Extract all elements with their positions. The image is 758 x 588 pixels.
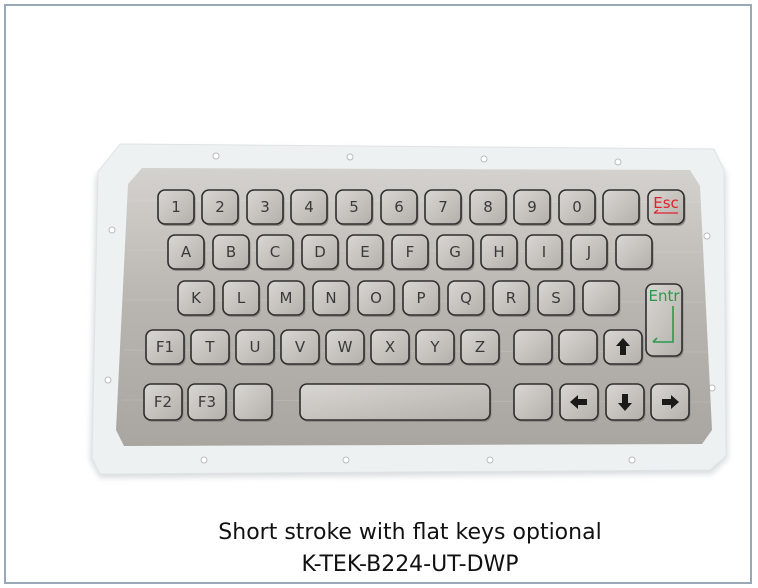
key-label: S	[551, 289, 561, 307]
key-label: V	[295, 338, 306, 356]
key-label: T	[204, 338, 215, 356]
key-label: 0	[572, 198, 582, 216]
key-1: 1	[157, 189, 196, 226]
blank-key	[513, 329, 554, 366]
key-9: 9	[513, 189, 552, 226]
key-c: C	[256, 234, 295, 271]
key-5: 5	[335, 189, 374, 226]
key-e: E	[346, 234, 385, 271]
key-label: Z	[475, 338, 485, 356]
key-label: U	[250, 338, 261, 356]
key-0: 0	[558, 189, 597, 226]
caption-line-1: Short stroke with flat keys optional	[218, 520, 602, 545]
key-7: 7	[424, 189, 463, 226]
key-label: 9	[527, 198, 537, 216]
blank-key	[558, 329, 599, 366]
key-label: Q	[460, 289, 472, 307]
key-h: H	[480, 234, 519, 271]
arrow-right-key	[650, 383, 691, 422]
key-label: 3	[260, 198, 270, 216]
key-label: I	[542, 243, 546, 261]
space-bar-key	[299, 383, 492, 422]
key-label: J	[586, 243, 591, 261]
key-2: 2	[201, 189, 240, 226]
key-label: F	[406, 243, 415, 261]
caption-line-2: K-TEK-B224-UT-DWP	[301, 552, 519, 577]
key-label: 7	[438, 198, 448, 216]
key-y: Y	[415, 329, 456, 366]
key-label: 5	[349, 198, 359, 216]
key-label: B	[226, 243, 236, 261]
key-label: 1	[171, 198, 181, 216]
key-label: R	[506, 289, 516, 307]
key-k: K	[177, 280, 216, 317]
blank-key	[615, 234, 654, 271]
key-z: Z	[460, 329, 501, 366]
key-f1: F1	[145, 329, 186, 366]
arrow-down-key	[605, 383, 646, 422]
key-label: A	[181, 243, 192, 261]
key-label: Y	[429, 338, 440, 356]
key-label: 4	[304, 198, 314, 216]
key-r: R	[492, 280, 531, 317]
key-label: F2	[154, 393, 172, 411]
key-w: W	[325, 329, 366, 366]
keyboard-photo: 1 2 3 4 5 6 7 8 9 0 Esc A B C D E F G H I J K L M N O P Q R S Entr F1 T U…	[90, 143, 728, 478]
key-label: E	[360, 243, 369, 261]
key-x: X	[370, 329, 411, 366]
key-v: V	[280, 329, 321, 366]
key-label: L	[237, 289, 246, 307]
blank-key	[582, 280, 621, 317]
key-f: F	[391, 234, 430, 271]
key-8: 8	[469, 189, 508, 226]
blank-key	[233, 383, 274, 422]
key-m: M	[267, 280, 306, 317]
arrow-left-key	[559, 383, 600, 422]
key-label: P	[416, 289, 425, 307]
key-b: B	[212, 234, 251, 271]
key-j: J	[570, 234, 609, 271]
key-label: F1	[156, 338, 174, 356]
key-3: 3	[246, 189, 285, 226]
key-label: G	[449, 243, 461, 261]
key-n: N	[312, 280, 351, 317]
key-label: O	[370, 289, 382, 307]
key-f3: F3	[187, 383, 228, 422]
key-label: Esc	[653, 194, 679, 212]
blank-key	[602, 189, 641, 226]
key-label: X	[385, 338, 395, 356]
key-q: Q	[447, 280, 486, 317]
key-d: D	[301, 234, 340, 271]
key-label: C	[270, 243, 280, 261]
key-o: O	[357, 280, 396, 317]
key-label: D	[314, 243, 326, 261]
key-i: I	[525, 234, 564, 271]
blank-key	[513, 383, 554, 422]
key-label: 8	[483, 198, 493, 216]
key-label: W	[338, 338, 353, 356]
key-label: M	[280, 289, 293, 307]
key-label: 2	[215, 198, 225, 216]
key-g: G	[436, 234, 475, 271]
key-label: H	[493, 243, 504, 261]
key-s: S	[537, 280, 576, 317]
enter-key: Entr	[645, 283, 684, 358]
key-label: N	[325, 289, 336, 307]
key-label: 6	[394, 198, 404, 216]
key-t: T	[190, 329, 231, 366]
key-p: P	[402, 280, 441, 317]
key-6: 6	[380, 189, 419, 226]
key-label: F3	[198, 393, 216, 411]
key-label: K	[191, 289, 202, 307]
key-u: U	[235, 329, 276, 366]
arrow-up-key	[603, 329, 644, 366]
key-4: 4	[290, 189, 329, 226]
key-label: Entr	[648, 287, 680, 305]
key-f2: F2	[143, 383, 184, 422]
key-l: L	[222, 280, 261, 317]
key-a: A	[167, 234, 206, 271]
escape-key: Esc	[647, 189, 686, 226]
